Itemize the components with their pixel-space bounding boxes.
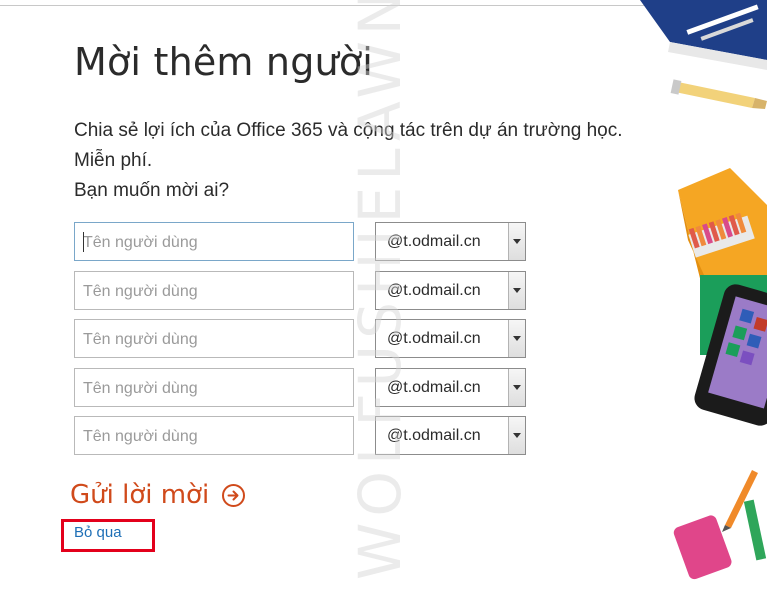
description-line-question: Bạn muốn mời ai?	[74, 180, 230, 201]
description-line-benefits: Chia sẻ lợi ích của Office 365 và cộng t…	[74, 120, 623, 141]
send-invite-button[interactable]: Gửi lời mời	[70, 480, 246, 510]
school-supplies-illustration	[640, 0, 767, 580]
chevron-down-icon[interactable]	[508, 223, 525, 260]
domain-value: @t.odmail.cn	[387, 427, 481, 444]
domain-select[interactable]: @t.odmail.cn	[375, 319, 526, 358]
skip-link[interactable]: Bỏ qua	[74, 524, 122, 541]
eraser-icon	[673, 515, 732, 580]
domain-value: @t.odmail.cn	[387, 330, 481, 347]
send-invite-label: Gửi lời mời	[70, 480, 210, 510]
notebook-icon	[640, 0, 767, 70]
domain-value: @t.odmail.cn	[387, 281, 481, 299]
book-icon	[700, 275, 767, 355]
chevron-down-icon[interactable]	[508, 417, 525, 454]
arrow-right-circle-icon	[222, 483, 246, 507]
pen-icon	[722, 470, 758, 532]
username-input[interactable]: Tên người dùng	[74, 270, 354, 310]
page-title: Mời thêm người	[74, 40, 374, 84]
domain-select[interactable]: @t.odmail.cn	[375, 416, 526, 455]
pencil-icon	[670, 79, 767, 109]
crayon-box-icon	[678, 168, 767, 318]
domain-select[interactable]: @t.odmail.cn	[375, 270, 526, 310]
domain-value: @t.odmail.cn	[387, 233, 481, 250]
username-input[interactable]: Tên người dùng	[74, 222, 354, 261]
description: Chia sẻ lợi ích của Office 365 và cộng t…	[74, 116, 674, 206]
tablet-icon	[694, 284, 767, 426]
invite-page: Mời thêm người Chia sẻ lợi ích của Offic…	[0, 0, 767, 600]
description-line-free: Miễn phí.	[74, 150, 153, 171]
marker-icon	[743, 499, 767, 561]
username-input[interactable]: Tên người dùng	[74, 319, 354, 358]
top-border	[0, 5, 767, 6]
username-input[interactable]: Tên người dùng	[74, 416, 354, 455]
domain-value: @t.odmail.cn	[387, 378, 481, 396]
domain-select[interactable]: @t.odmail.cn	[375, 367, 526, 407]
chevron-down-icon[interactable]	[508, 320, 525, 357]
chevron-down-icon[interactable]	[508, 271, 525, 309]
chevron-down-icon[interactable]	[508, 368, 525, 406]
username-input[interactable]: Tên người dùng	[74, 367, 354, 407]
domain-select[interactable]: @t.odmail.cn	[375, 222, 526, 261]
